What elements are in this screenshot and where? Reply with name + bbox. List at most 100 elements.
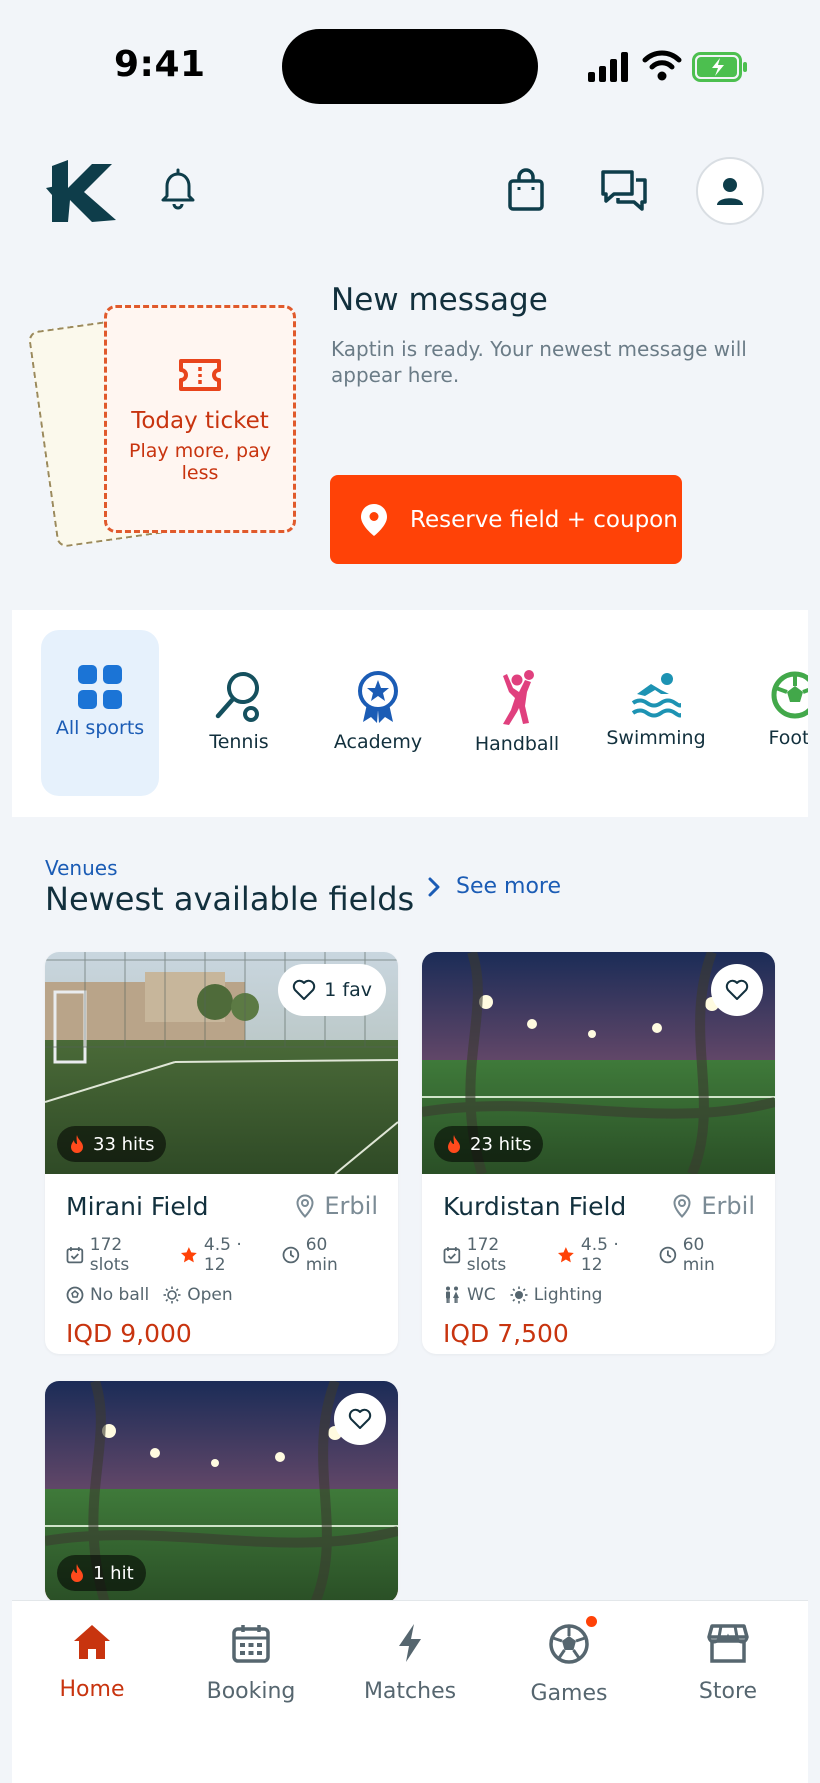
heart-icon	[725, 979, 749, 1000]
soccer-ball-icon	[66, 1286, 84, 1304]
field-city: Erbil	[673, 1192, 755, 1220]
location-pin-icon	[673, 1194, 691, 1218]
cellular-signal-icon	[588, 52, 628, 82]
flame-icon	[71, 1135, 83, 1153]
hits-count: 33 hits	[93, 1133, 155, 1155]
nav-games[interactable]: Games	[499, 1623, 639, 1706]
sport-categories: All sports Tennis Academy Handball Swimm…	[12, 610, 808, 817]
sun-icon	[510, 1286, 528, 1304]
flame-icon	[448, 1135, 460, 1153]
wifi-icon	[642, 50, 682, 81]
hits-badge: 23 hits	[434, 1126, 544, 1162]
hits-count: 1 hit	[93, 1562, 134, 1584]
slots-info: 172 slots	[443, 1235, 543, 1275]
status-time: 9:41	[114, 44, 206, 85]
feature-ball: No ball	[66, 1285, 149, 1305]
ticket-icon	[179, 359, 221, 391]
category-label: Footb	[768, 727, 808, 749]
feature-label: Lighting	[533, 1285, 603, 1305]
category-label: All sports	[55, 717, 145, 739]
favorite-button[interactable]	[711, 964, 763, 1016]
see-more-label: See more	[456, 874, 562, 899]
category-football[interactable]: Footb	[736, 630, 808, 796]
ticket-title: Today ticket	[131, 408, 269, 434]
field-card-mirani[interactable]: 1 fav 33 hits Mirani Field Erbil 172 slo…	[45, 952, 398, 1354]
ticket-subtitle: Play more, pay less	[129, 440, 271, 484]
home-icon	[74, 1625, 110, 1659]
soccer-ball-icon	[549, 1624, 589, 1664]
grid-icon	[78, 665, 122, 709]
calendar-check-icon	[443, 1247, 461, 1264]
sun-icon	[163, 1286, 181, 1304]
nav-label: Home	[59, 1677, 125, 1702]
nav-matches[interactable]: Matches	[340, 1623, 480, 1704]
rating-info: 4.5 · 12	[180, 1235, 268, 1275]
feature-wc: WC	[443, 1285, 496, 1305]
duration-label: 60 min	[682, 1235, 715, 1275]
category-swimming[interactable]: Swimming	[597, 630, 715, 796]
calendar-icon	[232, 1625, 270, 1663]
category-label: Tennis	[209, 731, 269, 753]
notification-bell-icon[interactable]	[156, 168, 200, 212]
category-handball[interactable]: Handball	[458, 630, 576, 796]
category-all-sports[interactable]: All sports	[41, 630, 159, 796]
category-tennis[interactable]: Tennis	[180, 630, 298, 796]
today-ticket-card[interactable]: Today ticket Play more, pay less	[104, 305, 296, 533]
dynamic-island	[282, 29, 538, 104]
user-icon	[717, 178, 743, 205]
favorite-button[interactable]: 1 fav	[278, 964, 386, 1016]
field-price: IQD 9,000	[66, 1319, 192, 1348]
hits-count: 23 hits	[470, 1133, 532, 1155]
favorite-button[interactable]	[334, 1393, 386, 1445]
feature-label: No ball	[90, 1285, 150, 1305]
section-kicker: Venues	[45, 856, 118, 880]
reserve-field-button[interactable]: Reserve field + coupon	[330, 475, 682, 564]
rating-info: 4.5 · 12	[557, 1235, 645, 1275]
clock-icon	[282, 1246, 300, 1264]
chat-icon[interactable]	[600, 168, 648, 212]
feature-open: Open	[163, 1285, 233, 1305]
rating-label: 4.5 · 12	[580, 1235, 619, 1275]
slots-label: 172 slots	[89, 1235, 130, 1275]
category-academy[interactable]: Academy	[319, 630, 437, 796]
reserve-button-label: Reserve field + coupon	[410, 506, 678, 533]
hits-badge: 1 hit	[57, 1555, 146, 1591]
field-card-third[interactable]: 1 hit	[45, 1381, 398, 1603]
field-city: Erbil	[296, 1192, 378, 1220]
see-more-link[interactable]: See more	[428, 874, 561, 899]
handball-player-icon	[503, 670, 534, 725]
star-icon	[181, 1247, 197, 1263]
profile-avatar-button[interactable]	[696, 157, 764, 225]
field-photo: 1 hit	[45, 1381, 398, 1603]
calendar-check-icon	[66, 1247, 84, 1264]
heart-icon	[348, 1408, 372, 1429]
star-icon	[558, 1247, 574, 1263]
app-logo	[46, 160, 116, 222]
nav-store[interactable]: Store	[658, 1623, 798, 1704]
nav-label: Booking	[206, 1679, 296, 1704]
shopping-bag-icon[interactable]	[504, 168, 548, 212]
swimmer-icon	[631, 673, 681, 718]
feature-label: Open	[187, 1285, 233, 1305]
category-label: Swimming	[606, 727, 706, 749]
clock-icon	[659, 1246, 677, 1264]
field-price: IQD 7,500	[443, 1319, 569, 1348]
duration-info: 60 min	[282, 1235, 364, 1275]
field-card-kurdistan[interactable]: 23 hits Kurdistan Field Erbil 172 slots …	[422, 952, 775, 1354]
message-text: Kaptin is ready. Your newest message wil…	[331, 337, 747, 387]
duration-label: 60 min	[305, 1235, 338, 1275]
tennis-racket-icon	[215, 672, 259, 722]
duration-info: 60 min	[659, 1235, 741, 1275]
field-photo: 23 hits	[422, 952, 775, 1174]
feature-label: WC	[467, 1285, 496, 1305]
slots-info: 172 slots	[66, 1235, 166, 1275]
nav-booking[interactable]: Booking	[181, 1623, 321, 1704]
football-icon	[771, 671, 808, 719]
nav-label: Matches	[363, 1679, 457, 1704]
nav-home[interactable]: Home	[22, 1623, 162, 1702]
city-label: Erbil	[324, 1192, 378, 1220]
field-photo: 1 fav 33 hits	[45, 952, 398, 1174]
favorite-count: 1 fav	[324, 979, 372, 1001]
medal-icon	[358, 671, 398, 723]
feature-lighting: Lighting	[510, 1285, 603, 1305]
